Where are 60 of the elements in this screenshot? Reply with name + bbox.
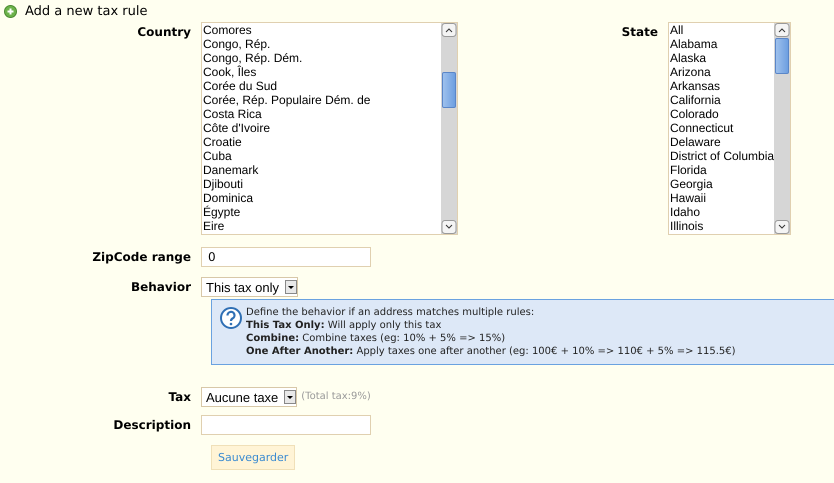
field-label: State: [620, 24, 659, 41]
scroll-down-icon[interactable]: [441, 220, 457, 234]
list-option[interactable]: Cuba: [203, 149, 441, 163]
scroll-down-icon[interactable]: [774, 220, 790, 234]
behavior-select[interactable]: This tax only: [201, 277, 298, 297]
help-icon: [220, 307, 242, 329]
total-tax-note: (Total tax:9%): [301, 390, 371, 404]
list-option[interactable]: Arizona: [670, 65, 774, 79]
list-option[interactable]: Georgia: [670, 177, 774, 191]
section-title: Add a new tax rule: [25, 4, 148, 19]
list-option[interactable]: Congo, Rép.: [203, 37, 441, 51]
list-option[interactable]: Florida: [670, 163, 774, 177]
dropdown-icon: [284, 390, 296, 404]
list-option[interactable]: California: [670, 93, 774, 107]
field-label: Tax: [168, 389, 192, 406]
list-option[interactable]: Égypte: [203, 205, 441, 219]
list-option[interactable]: Arkansas: [670, 79, 774, 93]
list-option[interactable]: Corée du Sud: [203, 79, 441, 93]
list-option[interactable]: Cook, Îles: [203, 65, 441, 79]
tax-select[interactable]: Aucune taxe: [201, 387, 298, 407]
add-icon[interactable]: [4, 5, 17, 18]
list-option[interactable]: Delaware: [670, 135, 774, 149]
field-label: Behavior: [130, 279, 192, 296]
list-option[interactable]: Illinois: [670, 219, 774, 233]
list-option[interactable]: Eire: [203, 219, 441, 233]
scroll-thumb[interactable]: [775, 38, 789, 74]
state-list[interactable]: All Alabama Alaska Arizona Arkansas California Colorado Connecticut Delaware District of Columbia Florida Georgia Hawaii Idaho Illinois: [668, 22, 791, 235]
field-label: ZipCode range: [91, 249, 192, 266]
help-text: Define the behavior if an address matches multiple rules:: [246, 306, 536, 319]
scroll-up-icon[interactable]: [441, 23, 457, 37]
list-option[interactable]: Alaska: [670, 51, 774, 65]
help-text: One After Another: Apply taxes one after another (eg: 100€ + 10% => 110€ + 5% => 115.5€): [246, 345, 736, 358]
list-option[interactable]: All: [670, 23, 774, 37]
list-option[interactable]: Colorado: [670, 107, 774, 121]
list-option[interactable]: Alabama: [670, 37, 774, 51]
field-label: Country: [136, 24, 192, 41]
list-option[interactable]: Dominica: [203, 191, 441, 205]
help-text: Combine: Combine taxes (eg: 10% + 5% => 15%): [246, 332, 506, 345]
dropdown-icon: [284, 280, 297, 294]
list-option[interactable]: Corée, Rép. Populaire Dém. de: [203, 93, 441, 107]
list-option[interactable]: Djibouti: [203, 177, 441, 191]
scrollbar[interactable]: [441, 23, 457, 234]
country-list[interactable]: Comores Congo, Rép. Congo, Rép. Dém. Cook, Îles Corée du Sud Corée, Rép. Populaire Dém. de Costa Rica Côte d'Ivoire Croatie Cuba Danemark Djibouti Dominica Égypte Eire: [201, 22, 458, 235]
scroll-up-icon[interactable]: [774, 23, 790, 37]
list-option[interactable]: Hawaii: [670, 191, 774, 205]
list-option[interactable]: Costa Rica: [203, 107, 441, 121]
zipcode-field[interactable]: 0: [201, 247, 371, 267]
list-option[interactable]: Idaho: [670, 205, 774, 219]
list-option[interactable]: Connecticut: [670, 121, 774, 135]
scrollbar[interactable]: [774, 23, 790, 234]
list-option[interactable]: Danemark: [203, 163, 441, 177]
help-text: This Tax Only: Will apply only this tax: [246, 319, 442, 332]
list-option[interactable]: District of Columbia: [670, 149, 774, 163]
field-label: Description: [112, 417, 192, 434]
scroll-thumb[interactable]: [442, 72, 456, 108]
description-field[interactable]: [201, 415, 371, 435]
list-option[interactable]: Comores: [203, 23, 441, 37]
list-option[interactable]: Croatie: [203, 135, 441, 149]
list-option[interactable]: Côte d'Ivoire: [203, 121, 441, 135]
list-option[interactable]: Congo, Rép. Dém.: [203, 51, 441, 65]
